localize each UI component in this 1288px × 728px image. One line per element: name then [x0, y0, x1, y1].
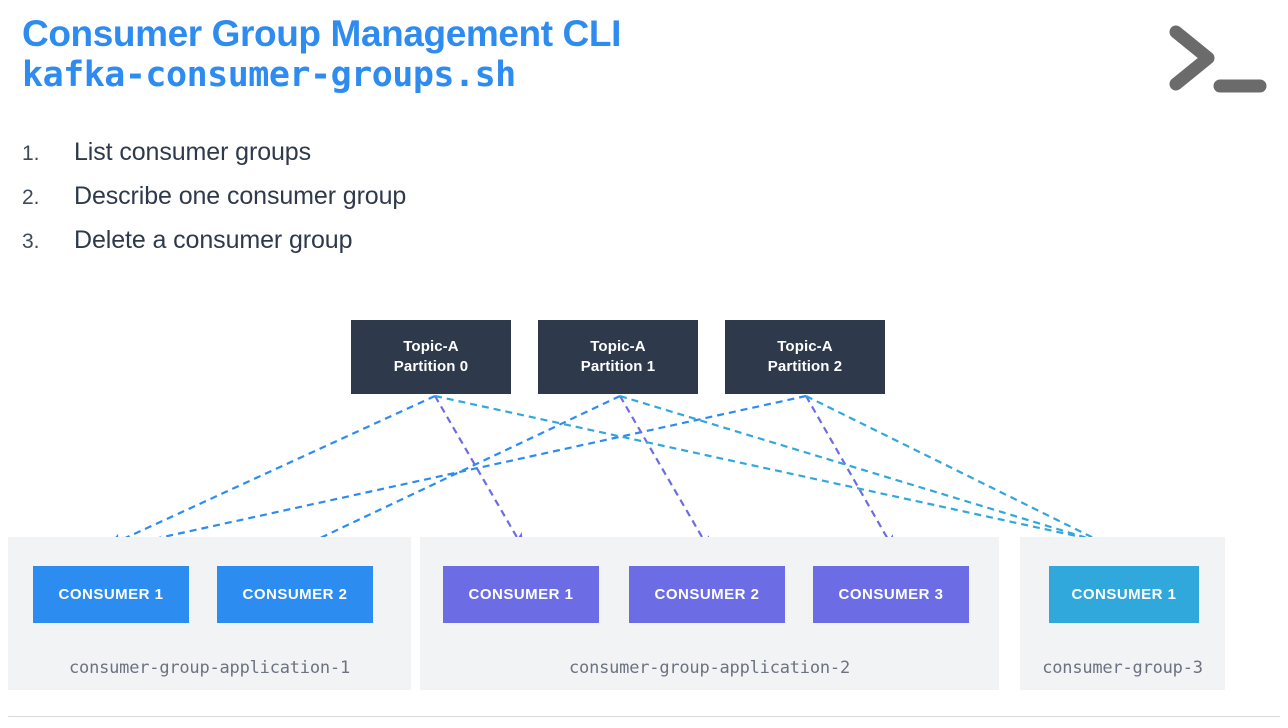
consumer-box-g2-1[interactable]: CONSUMER 1: [443, 566, 599, 623]
arrow-p1-g2c2: [619, 395, 711, 552]
partition-index-label: Partition 0: [393, 358, 469, 375]
consumer-group-label-2: consumer-group-application-2: [569, 658, 850, 678]
partition-topic-label: Topic-A: [777, 338, 833, 356]
partition-index-label: Partition 2: [767, 358, 843, 375]
arrow-p2-g3c1: [805, 395, 1121, 552]
consumer-box-g3-1[interactable]: CONSUMER 1: [1049, 566, 1199, 623]
arrow-p0-g2c1: [434, 395, 524, 549]
consumer-group-label-3: consumer-group-3: [1042, 658, 1203, 678]
consumer-box-g2-3[interactable]: CONSUMER 3: [813, 566, 969, 623]
arrow-p1-g3c1: [619, 394, 1123, 552]
slide: Consumer Group Management CLI kafka-cons…: [0, 0, 1288, 728]
arrow-p2-g2c3: [805, 395, 895, 551]
consumer-box-g1-1[interactable]: CONSUMER 1: [33, 566, 189, 623]
arrow-p0-g3c1: [434, 394, 1125, 551]
partition-topic-label: Topic-A: [403, 338, 459, 356]
partition-box-1: Topic-A Partition 1: [538, 320, 698, 394]
arrow-p2-g1c1: [110, 394, 807, 553]
partition-topic-label: Topic-A: [590, 338, 646, 356]
footer-divider: [8, 716, 1280, 717]
consumer-box-g2-2[interactable]: CONSUMER 2: [629, 566, 785, 623]
arrow-p1-g1c2: [294, 395, 621, 551]
partition-box-0: Topic-A Partition 0: [351, 320, 511, 394]
partition-box-2: Topic-A Partition 2: [725, 320, 885, 394]
partition-index-label: Partition 1: [580, 358, 656, 375]
consumer-box-g1-2[interactable]: CONSUMER 2: [217, 566, 373, 623]
consumer-group-diagram: Topic-A Partition 0 Topic-A Partition 1 …: [0, 0, 1288, 728]
arrow-p0-g1c1: [107, 395, 436, 547]
consumer-group-label-1: consumer-group-application-1: [69, 658, 350, 678]
